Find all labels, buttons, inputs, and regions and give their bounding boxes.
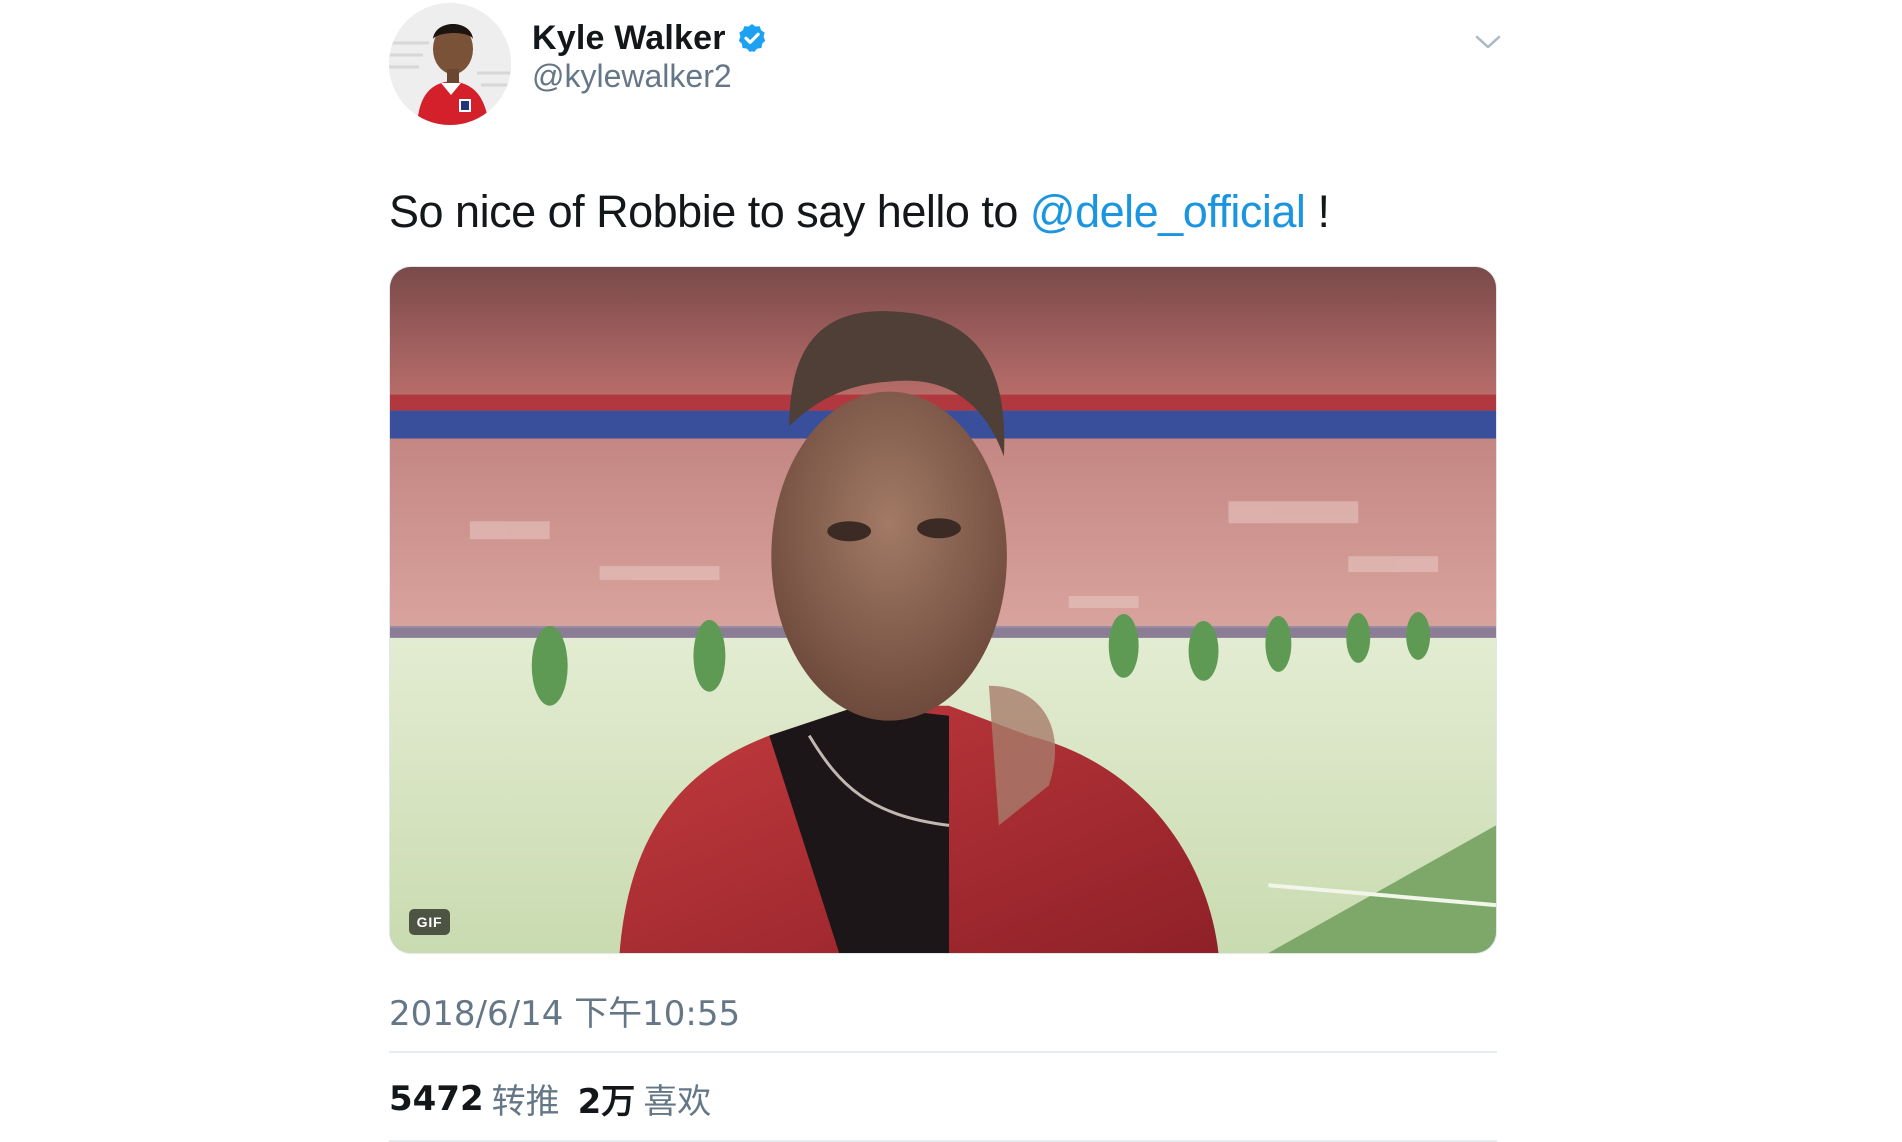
tweet-card: Kyle Walker @kylewalker2 So nice of Robb… <box>389 0 1501 1142</box>
gif-badge: GIF <box>409 909 450 935</box>
author-display-name[interactable]: Kyle Walker <box>532 19 726 58</box>
author-handle[interactable]: @kylewalker2 <box>532 58 732 95</box>
tweet-text: So nice of Robbie to say hello to @dele_… <box>389 186 1330 238</box>
likes-stat[interactable]: 2万 喜欢 <box>578 1074 712 1123</box>
retweets-label: 转推 <box>491 1082 560 1122</box>
avatar-image <box>389 3 511 125</box>
retweets-stat[interactable]: 5472 转推 <box>389 1074 560 1123</box>
likes-count: 2万 <box>577 1082 636 1122</box>
verified-badge-icon <box>736 22 768 54</box>
tweet-text-body: So nice of Robbie to say hello to <box>389 186 1030 237</box>
tweet-timestamp[interactable]: 2018/6/14 下午10:55 <box>389 986 740 1035</box>
retweets-count: 5472 <box>389 1078 484 1119</box>
gif-frame-image <box>390 267 1496 953</box>
tweet-media-gif[interactable]: GIF <box>389 266 1497 954</box>
divider <box>389 1051 1497 1053</box>
mention-link[interactable]: @dele_official <box>1030 186 1306 237</box>
likes-label: 喜欢 <box>643 1082 712 1122</box>
author-name-row: Kyle Walker <box>532 14 768 62</box>
chevron-down-icon[interactable] <box>1474 32 1502 52</box>
tweet-text-tail: ! <box>1305 186 1330 237</box>
tweet-stats: 5472 转推 2万 喜欢 <box>389 1074 729 1123</box>
author-avatar[interactable] <box>389 3 511 125</box>
